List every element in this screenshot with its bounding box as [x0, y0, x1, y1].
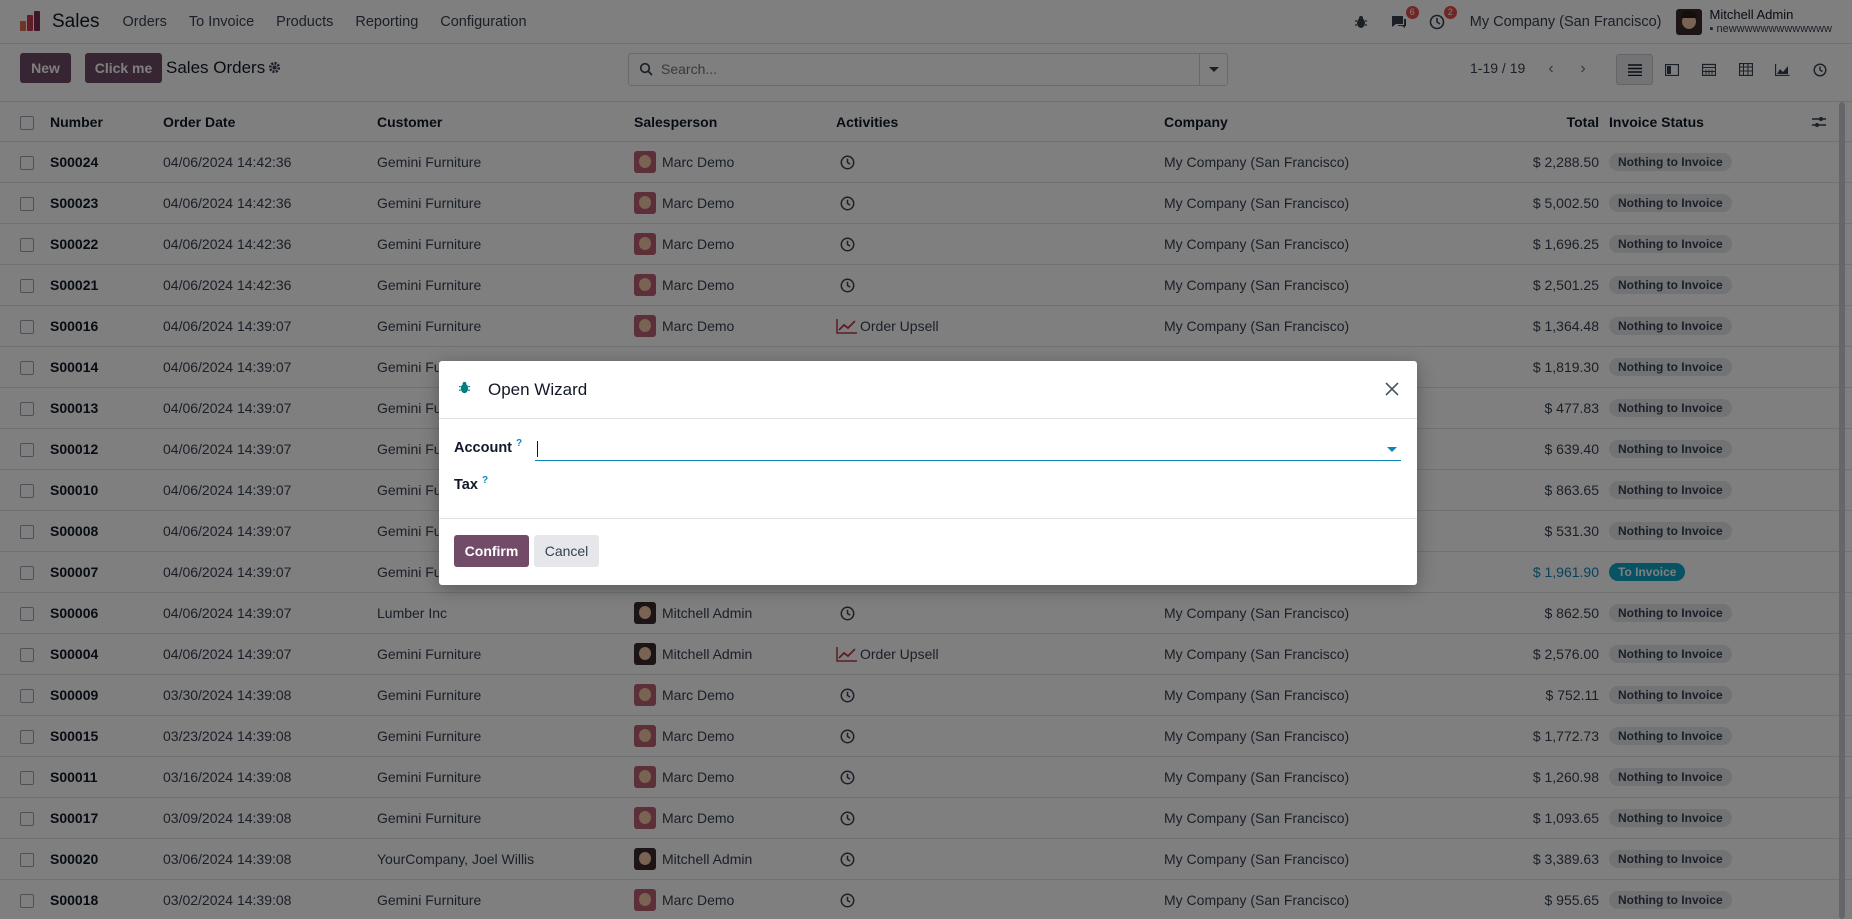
account-label: Account ?: [454, 438, 523, 456]
caret-down-icon[interactable]: [1387, 447, 1397, 452]
account-field[interactable]: [535, 436, 1401, 461]
help-tooltip-icon[interactable]: ?: [482, 475, 488, 486]
tax-label: Tax ?: [454, 475, 489, 493]
modal-title: Open Wizard: [488, 380, 588, 399]
confirm-button[interactable]: Confirm: [454, 535, 529, 567]
modal-footer: Confirm Cancel: [439, 518, 1417, 585]
cancel-button[interactable]: Cancel: [534, 535, 599, 567]
open-wizard-dialog: Open Wizard Account ? Tax ? Confirm Canc…: [439, 361, 1417, 585]
help-tooltip-icon[interactable]: ?: [516, 438, 522, 449]
close-icon[interactable]: [1381, 378, 1403, 400]
debug-bug-icon: [458, 381, 471, 397]
text-cursor: [537, 441, 538, 457]
modal-header: Open Wizard: [439, 361, 1417, 419]
